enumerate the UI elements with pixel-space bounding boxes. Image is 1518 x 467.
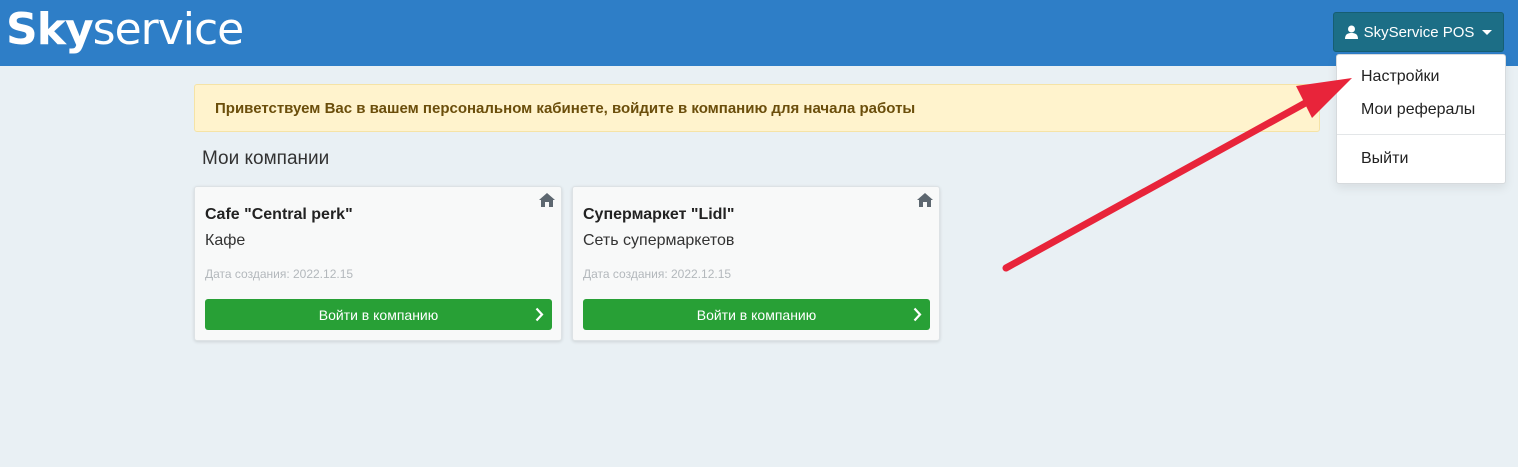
company-card: Супермаркет "Lidl" Сеть супермаркетов Да…: [572, 186, 940, 341]
company-created-date: Дата создания: 2022.12.15: [583, 267, 732, 281]
chevron-right-icon: [913, 307, 922, 322]
welcome-alert: Приветствуем Вас в вашем персональном ка…: [194, 84, 1320, 132]
user-dropdown-menu: Настройки Мои рефералы Выйти: [1336, 54, 1506, 184]
skyservice-logo[interactable]: Skyservice: [6, 2, 244, 58]
enter-company-button[interactable]: Войти в компанию: [205, 299, 552, 330]
companies-title: Мои компании: [202, 148, 330, 169]
user-icon: [1344, 25, 1358, 39]
home-icon: [539, 193, 555, 207]
company-type: Сеть супермаркетов: [583, 232, 735, 249]
company-card: Cafe "Central perk" Кафе Дата создания: …: [194, 186, 562, 341]
company-name: Cafe "Central perk": [205, 206, 353, 223]
company-created-date: Дата создания: 2022.12.15: [205, 267, 354, 281]
enter-company-label: Войти в компанию: [696, 306, 817, 323]
chevron-right-icon: [535, 307, 544, 322]
menu-item-logout[interactable]: Выйти: [1361, 150, 1408, 168]
enter-company-label: Войти в компанию: [318, 306, 439, 323]
menu-item-referrals[interactable]: Мои рефералы: [1361, 101, 1475, 119]
menu-item-settings[interactable]: Настройки: [1361, 68, 1439, 86]
welcome-alert-text: Приветствуем Вас в вашем персональном ка…: [215, 99, 916, 117]
top-navbar: Skyservice SkyService POS: [0, 0, 1518, 66]
caret-down-icon: [1482, 29, 1493, 35]
user-menu-button[interactable]: SkyService POS: [1333, 12, 1504, 52]
enter-company-button[interactable]: Войти в компанию: [583, 299, 930, 330]
user-menu-label: SkyService POS: [1363, 23, 1475, 41]
company-type: Кафе: [205, 232, 246, 249]
menu-divider: [1337, 134, 1505, 135]
company-name: Супермаркет "Lidl": [583, 206, 735, 223]
home-icon: [917, 193, 933, 207]
